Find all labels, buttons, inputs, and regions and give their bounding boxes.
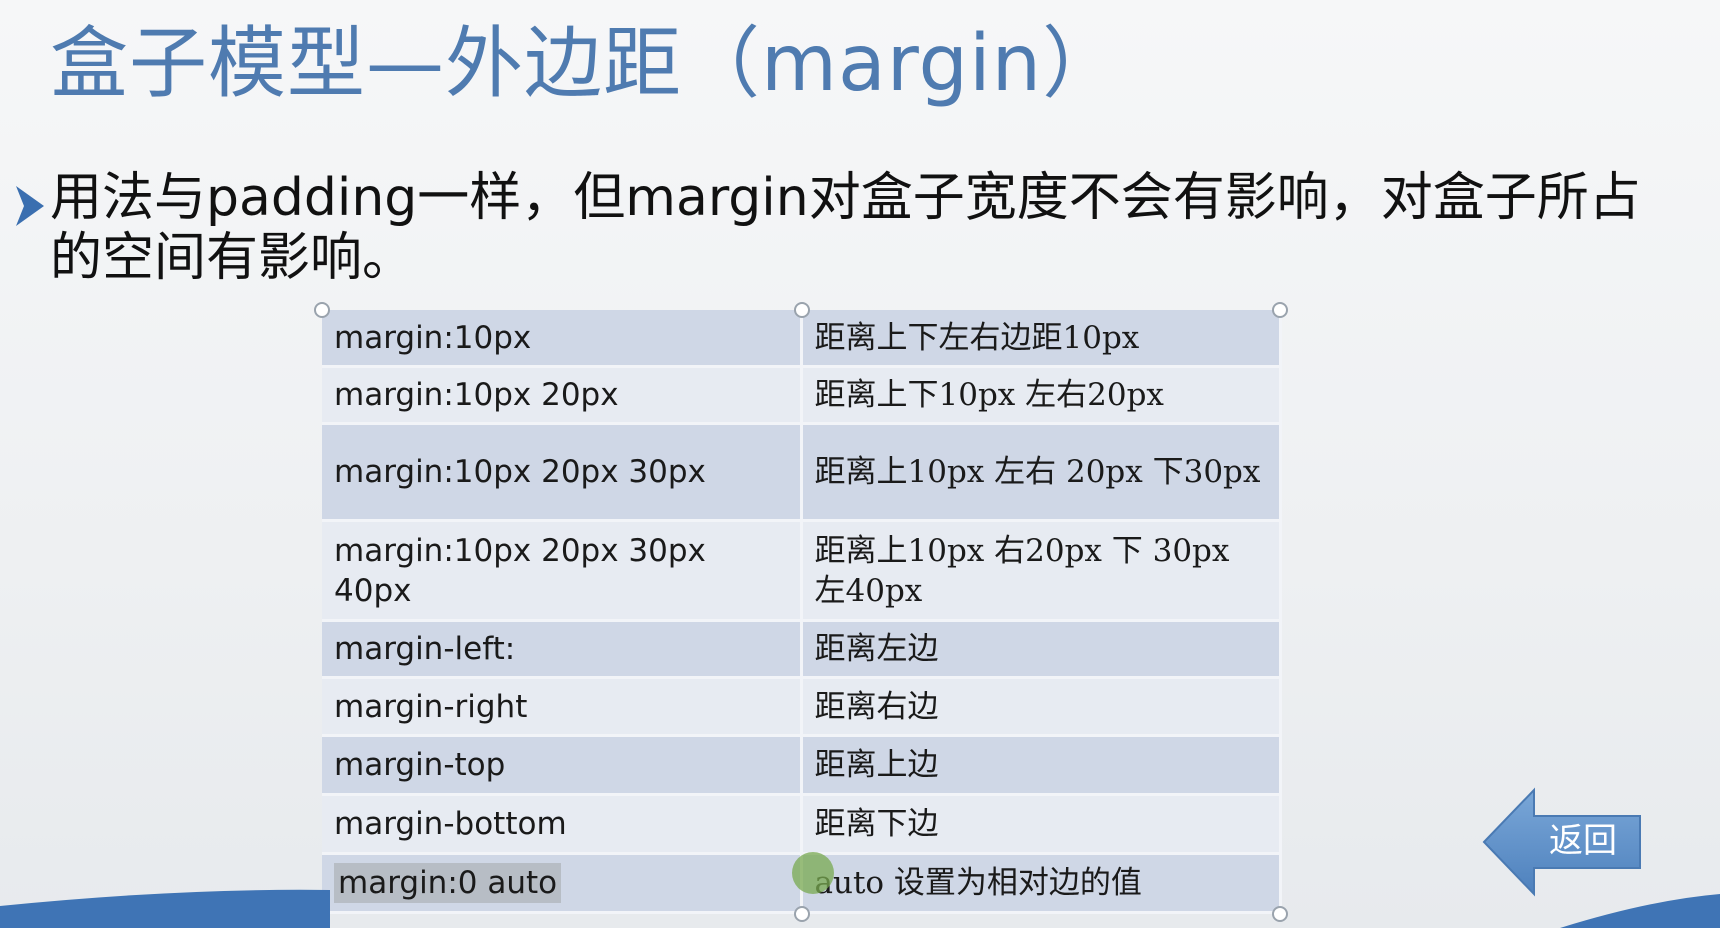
table-cell-description: 距离上10px 左右 20px 下30px: [801, 423, 1282, 523]
table-cell-property: margin-right: [322, 677, 803, 738]
table-cell-description: 距离左边: [801, 620, 1282, 679]
table-row: margin:10px 20px 30px 距离上10px 左右 20px 下3…: [322, 423, 1282, 523]
table-cell-property: margin:10px: [322, 310, 803, 369]
slide-title: 盒子模型—外边距（margin）: [50, 19, 1122, 109]
bullet-text: 用法与padding一样，但margin对盒子宽度不会有影响，对盒子所占的空间有…: [50, 168, 1641, 288]
decorative-swoosh: [0, 889, 1720, 928]
back-button-label: 返回: [1549, 821, 1617, 861]
table-cell-property: margin-left:: [322, 620, 803, 679]
table-row: margin:10px 20px 30px 40px 距离上10px 右20px…: [322, 520, 1282, 622]
table-cell-property: margin-bottom: [322, 794, 803, 856]
table-row: margin-top 距离上边: [322, 735, 1282, 797]
margin-table[interactable]: margin:10px 距离上下左右边距10px margin:10px 20p…: [322, 310, 1282, 914]
table-cell-description: 距离上边: [801, 735, 1282, 797]
table-row: margin-left: 距离左边: [322, 620, 1282, 679]
slide: 盒子模型—外边距（margin） 用法与padding一样，但margin对盒子…: [0, 0, 1720, 928]
table-cell-description: 距离下边: [801, 794, 1282, 856]
table-cell-description: 距离上10px 右20px 下 30px 左40px: [801, 520, 1282, 622]
table-row: margin-bottom 距离下边: [322, 794, 1282, 856]
resize-handle-top-right[interactable]: [1272, 302, 1288, 318]
bullet-point: 用法与padding一样，但margin对盒子宽度不会有影响，对盒子所占的空间有…: [12, 168, 1702, 288]
table-cell-property: margin:10px 20px: [322, 366, 803, 426]
table-cell-description: 距离上下10px 左右20px: [801, 366, 1282, 426]
table-row: margin:10px 20px 距离上下10px 左右20px: [322, 366, 1282, 426]
table-cell-property: margin-top: [322, 735, 803, 797]
resize-handle-top-left[interactable]: [314, 302, 330, 318]
resize-handle-top-middle[interactable]: [794, 302, 810, 318]
table-cell-description: 距离上下左右边距10px: [801, 310, 1282, 369]
table-cell-description: 距离右边: [801, 677, 1282, 738]
triangle-arrow-icon: [16, 186, 44, 226]
table-row: margin:10px 距离上下左右边距10px: [322, 310, 1282, 369]
table-cell-property: margin:10px 20px 30px 40px: [322, 520, 803, 622]
margin-table-grid: margin:10px 距离上下左右边距10px margin:10px 20p…: [322, 310, 1282, 914]
table-cell-property: margin:10px 20px 30px: [322, 423, 803, 523]
table-row: margin-right 距离右边: [322, 677, 1282, 738]
